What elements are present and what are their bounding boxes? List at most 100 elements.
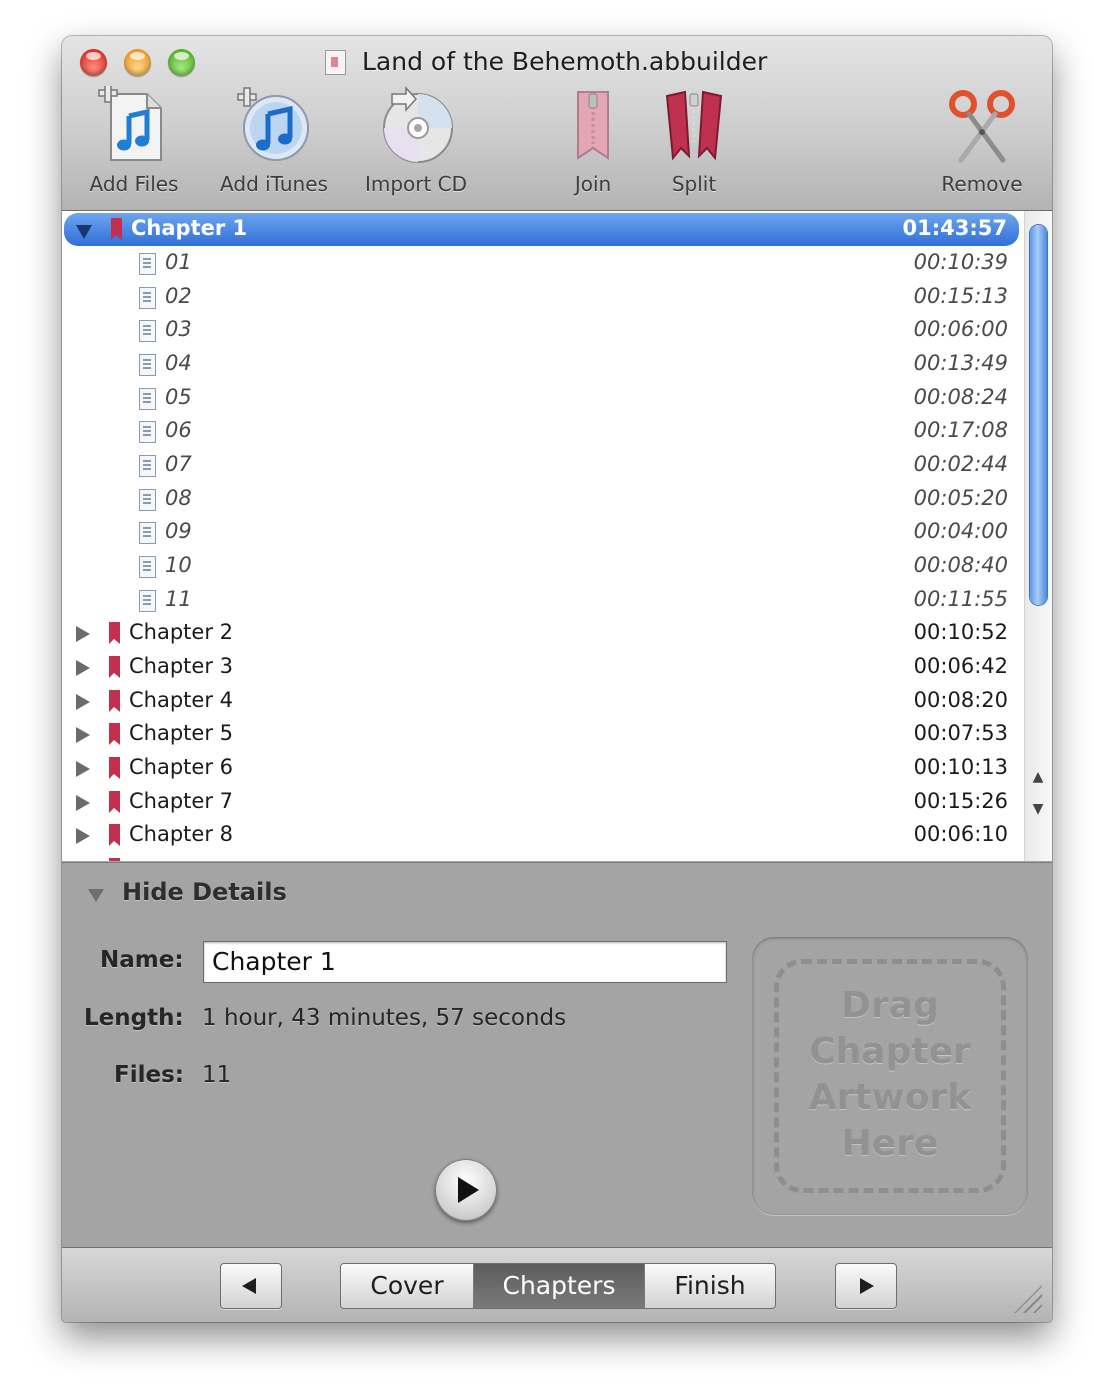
chapter-row[interactable]: Chapter 8 00:06:10 — [62, 819, 1020, 852]
scrollbar-thumb[interactable] — [1030, 225, 1047, 605]
file-row[interactable]: 02 00:15:13 — [62, 281, 1020, 314]
artwork-text-line: Chapter — [809, 1031, 971, 1072]
file-duration: 00:17:08 — [913, 418, 1008, 442]
hide-details-triangle-icon[interactable] — [88, 889, 104, 902]
audio-file-icon — [139, 287, 156, 309]
file-row[interactable]: 08 00:05:20 — [62, 483, 1020, 516]
disclosure-open-icon[interactable] — [76, 225, 92, 239]
window-title: Land of the Behemoth.abbuilder — [362, 47, 768, 76]
hide-details-toggle[interactable]: Hide Details — [122, 878, 287, 906]
chapter-duration: 00:10:52 — [913, 620, 1008, 644]
audio-file-icon — [139, 421, 156, 443]
file-duration: 00:08:24 — [913, 385, 1008, 409]
bookmark-icon — [109, 656, 120, 678]
audio-file-icon — [139, 489, 156, 511]
chapter-name: Chapter 2 — [129, 620, 233, 644]
file-name: 01 — [165, 250, 192, 274]
file-duration: 00:11:55 — [913, 587, 1008, 611]
file-row[interactable]: 11 00:11:55 — [62, 584, 1020, 617]
join-button[interactable]: Join — [558, 86, 628, 196]
app-window: Land of the Behemoth.abbuilder Add Files — [62, 36, 1052, 1322]
split-label: Split — [671, 172, 717, 196]
document-proxy-icon[interactable] — [325, 50, 346, 75]
file-duration: 00:05:20 — [913, 486, 1008, 510]
chapter-row-partial[interactable] — [62, 853, 1020, 861]
disclosure-closed-icon[interactable] — [76, 626, 90, 642]
zoom-window-button[interactable] — [168, 49, 195, 76]
previous-step-button[interactable] — [220, 1263, 282, 1309]
chapter-duration: 00:06:42 — [913, 654, 1008, 678]
chapter-row[interactable]: Chapter 7 00:15:26 — [62, 786, 1020, 819]
chapter-row[interactable]: Chapter 4 00:08:20 — [62, 685, 1020, 718]
disclosure-closed-icon[interactable] — [76, 727, 90, 743]
file-row[interactable]: 01 00:10:39 — [62, 247, 1020, 280]
chapter-duration: 00:10:13 — [913, 755, 1008, 779]
file-name: 08 — [165, 486, 192, 510]
bookmark-icon — [109, 791, 120, 813]
scroll-down-arrow-icon[interactable]: ▼ — [1026, 795, 1050, 823]
chapter-duration: 00:07:53 — [913, 721, 1008, 745]
chapter-name-field[interactable]: Chapter 1 — [203, 941, 727, 983]
file-name: 09 — [165, 519, 192, 543]
chapter-row[interactable]: Chapter 3 00:06:42 — [62, 651, 1020, 684]
step-segmented-control[interactable]: Cover Chapters Finish — [340, 1263, 776, 1309]
chapter-row[interactable]: Chapter 2 00:10:52 — [62, 617, 1020, 650]
artwork-text-line: Here — [841, 1123, 939, 1164]
chapter-row[interactable]: Chapter 5 00:07:53 — [62, 718, 1020, 751]
file-duration: 00:02:44 — [913, 452, 1008, 476]
file-name: 06 — [165, 418, 192, 442]
disclosure-closed-icon[interactable] — [76, 761, 90, 777]
disclosure-closed-icon[interactable] — [76, 795, 90, 811]
play-button[interactable] — [435, 1159, 497, 1221]
file-name: 07 — [165, 452, 192, 476]
disclosure-closed-icon[interactable] — [76, 694, 90, 710]
split-button[interactable]: Split — [656, 86, 732, 196]
audio-file-icon — [139, 556, 156, 578]
chapter-row[interactable]: Chapter 6 00:10:13 — [62, 752, 1020, 785]
minimize-window-button[interactable] — [124, 49, 151, 76]
file-duration: 00:04:00 — [913, 519, 1008, 543]
file-duration: 00:06:00 — [913, 317, 1008, 341]
add-itunes-button[interactable]: Add iTunes — [210, 86, 338, 196]
add-files-button[interactable]: Add Files — [82, 86, 186, 196]
tab-cover[interactable]: Cover — [341, 1264, 474, 1308]
chapter-artwork-drop-zone[interactable]: Drag Chapter Artwork Here — [752, 937, 1028, 1215]
disclosure-closed-icon[interactable] — [76, 660, 90, 676]
bookmark-icon — [109, 858, 120, 861]
import-cd-button[interactable]: Import CD — [356, 86, 476, 196]
title-toolbar: Land of the Behemoth.abbuilder Add Files — [62, 36, 1052, 211]
disclosure-closed-icon[interactable] — [76, 828, 90, 844]
file-row[interactable]: 05 00:08:24 — [62, 382, 1020, 415]
next-step-button[interactable] — [835, 1263, 897, 1309]
chapter-name: Chapter 1 — [131, 216, 248, 240]
file-row[interactable]: 10 00:08:40 — [62, 550, 1020, 583]
file-duration: 00:15:13 — [913, 284, 1008, 308]
file-row[interactable]: 04 00:13:49 — [62, 348, 1020, 381]
chapter-duration: 00:15:26 — [913, 789, 1008, 813]
right-arrow-icon — [860, 1278, 874, 1294]
tab-chapters[interactable]: Chapters — [474, 1264, 645, 1308]
file-row[interactable]: 06 00:17:08 — [62, 415, 1020, 448]
file-duration: 00:10:39 — [913, 250, 1008, 274]
resize-grip-icon[interactable] — [1014, 1285, 1042, 1313]
close-window-button[interactable] — [80, 49, 107, 76]
file-name: 05 — [165, 385, 192, 409]
add-files-icon — [98, 86, 162, 161]
file-row[interactable]: 03 00:06:00 — [62, 314, 1020, 347]
add-files-label: Add Files — [89, 172, 179, 196]
chapter-name: Chapter 5 — [129, 721, 233, 745]
scroll-up-arrow-icon[interactable]: ▲ — [1026, 763, 1050, 791]
chapter-name: Chapter 8 — [129, 822, 233, 846]
chapter-list[interactable]: Chapter 1 01:43:57 01 00:10:39 02 00:15:… — [62, 211, 1052, 861]
length-label: Length: — [84, 1005, 184, 1031]
chapter-name: Chapter 4 — [129, 688, 233, 712]
file-row[interactable]: 09 00:04:00 — [62, 516, 1020, 549]
audio-file-icon — [139, 590, 156, 612]
bookmark-icon — [109, 690, 120, 712]
tab-finish[interactable]: Finish — [645, 1264, 775, 1308]
chapter-row-selected[interactable]: Chapter 1 01:43:57 — [64, 213, 1019, 246]
audio-file-icon — [139, 522, 156, 544]
file-row[interactable]: 07 00:02:44 — [62, 449, 1020, 482]
file-duration: 00:08:40 — [913, 553, 1008, 577]
remove-button[interactable]: Remove — [928, 86, 1036, 196]
